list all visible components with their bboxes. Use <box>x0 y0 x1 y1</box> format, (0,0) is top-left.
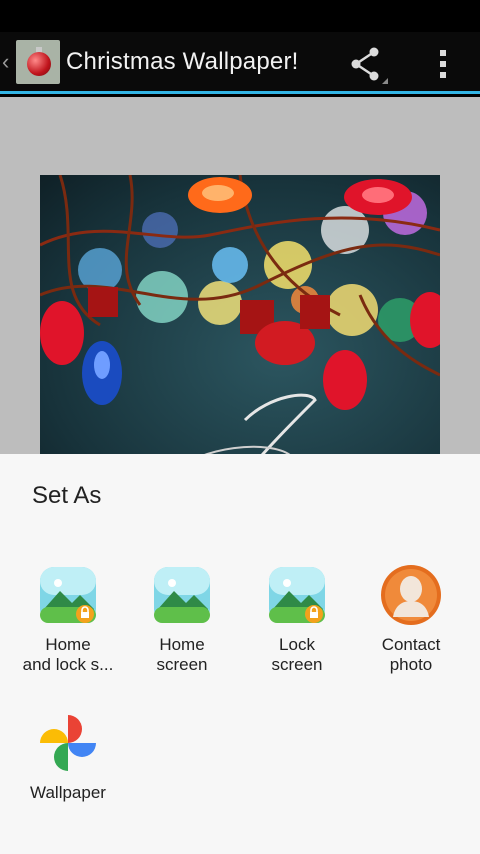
app-icon[interactable] <box>16 39 60 84</box>
home-screen-icon <box>152 565 212 625</box>
option-label: Contact photo <box>381 635 441 674</box>
option-wallpaper[interactable]: Wallpaper <box>13 713 123 803</box>
content-area: Set As Home and lock s... Home screen Lo… <box>0 97 480 854</box>
lock-screen-icon <box>267 565 327 625</box>
status-bar <box>0 0 480 32</box>
share-icon <box>351 47 388 84</box>
contact-photo-icon <box>381 565 441 625</box>
more-vert-icon <box>440 50 446 78</box>
sheet-title: Set As <box>32 482 102 509</box>
option-label: Home screen <box>156 635 208 674</box>
option-label: Wallpaper <box>30 783 106 802</box>
set-as-sheet: Set As Home and lock s... Home screen Lo… <box>0 454 480 854</box>
chevron-left-icon[interactable]: ‹ <box>2 50 14 73</box>
action-bar: ‹ Christmas Wallpaper! <box>0 32 480 94</box>
option-contact-photo[interactable]: Contact photo <box>356 565 466 675</box>
share-button[interactable] <box>344 44 388 84</box>
option-home-and-lock-screens[interactable]: Home and lock s... <box>13 565 123 675</box>
option-lock-screen[interactable]: Lock screen <box>242 565 352 675</box>
option-label: Lock screen <box>271 635 323 674</box>
overflow-menu-button[interactable] <box>426 44 460 84</box>
option-label: Home and lock s... <box>22 635 114 674</box>
option-home-screen[interactable]: Home screen <box>127 565 237 675</box>
app-title: Christmas Wallpaper! <box>66 47 299 75</box>
google-photos-icon <box>38 713 98 773</box>
home-lock-screen-icon <box>38 565 98 625</box>
wallpaper-preview-image <box>40 175 440 475</box>
